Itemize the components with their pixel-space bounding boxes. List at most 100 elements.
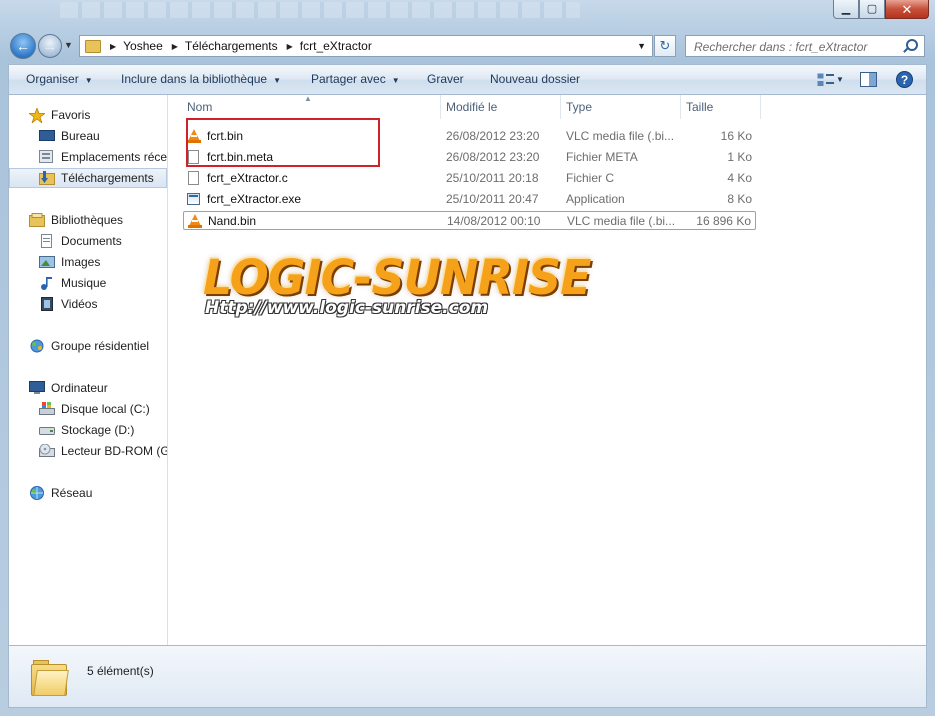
vlc-icon [188,214,202,228]
file-name-cell: fcrt_eXtractor.exe [187,192,301,206]
folder-icon [31,660,69,696]
nav-favoris-label: Favoris [51,108,91,122]
arrow-left-icon: ← [16,38,30,54]
downloads-folder-icon [39,171,55,185]
column-header-size[interactable]: Taille [681,95,761,119]
include-library-label: Inclure dans la bibliothèque [121,72,268,86]
close-button[interactable]: ✕ [885,0,929,19]
file-row[interactable]: fcrt_eXtractor.c 25/10/2011 20:18 Fichie… [183,169,756,188]
new-folder-button[interactable]: Nouveau dossier [490,72,580,86]
forward-button[interactable]: → [38,34,62,58]
file-size: 1 Ko [727,150,752,164]
address-dropdown-icon[interactable]: ▼ [637,41,646,51]
breadcrumb-yoshee[interactable]: Yoshee [123,39,163,53]
videos-icon [39,297,55,311]
column-type-label: Type [566,100,593,114]
homegroup-icon [29,339,45,353]
libraries-icon [29,213,45,227]
nav-bureau[interactable]: Bureau [9,126,167,146]
file-row[interactable]: fcrt_eXtractor.exe 25/10/2011 20:47 Appl… [183,190,756,209]
nav-reseau-label: Réseau [51,486,93,500]
burn-button[interactable]: Graver [427,72,464,86]
nav-telechargements-label: Téléchargements [61,171,154,185]
column-header-name[interactable]: Nom [182,95,441,119]
nav-bibliotheques[interactable]: Bibliothèques [9,210,167,230]
view-dropdown-icon[interactable]: ▼ [836,75,844,84]
file-name: fcrt_eXtractor.exe [207,192,302,206]
file-type: VLC media file (.bi... [566,129,675,143]
refresh-button[interactable]: ↻ [654,35,676,57]
file-modified: 25/10/2011 20:47 [446,192,539,206]
column-header-modified[interactable]: Modifié le [441,95,561,119]
file-type: Fichier META [566,150,638,164]
search-input[interactable] [692,37,906,57]
change-view-button[interactable] [817,73,835,90]
nav-documents[interactable]: Documents [9,231,167,251]
file-modified: 14/08/2012 00:10 [447,214,541,228]
column-size-label: Taille [686,100,714,114]
file-size: 4 Ko [727,171,752,185]
help-button[interactable]: ? [896,71,913,91]
file-type: VLC media file (.bi... [567,214,676,228]
nav-bureau-label: Bureau [61,129,100,143]
nav-lecteur-bd-label: Lecteur BD-ROM (G: [61,444,168,458]
maximize-button[interactable]: ▢ [859,0,885,19]
nav-images[interactable]: Images [9,252,167,272]
view-options-icon [817,73,834,86]
preview-pane-button[interactable] [860,72,877,90]
address-bar[interactable]: ▶ Yoshee ▶ Téléchargements ▶ fcrt_eXtrac… [79,35,653,57]
network-icon [29,486,45,500]
nav-documents-label: Documents [61,234,122,248]
file-name: Nand.bin [208,214,257,228]
back-button[interactable]: ← [10,33,36,59]
nav-telechargements[interactable]: Téléchargements [9,168,167,188]
nav-ordinateur-label: Ordinateur [51,381,108,395]
chevron-right-icon[interactable]: ▶ [172,42,178,51]
search-box [685,35,925,57]
documents-icon [39,234,55,248]
nav-lecteur-bd-rom[interactable]: Lecteur BD-ROM (G: [9,441,167,461]
new-folder-label: Nouveau dossier [490,72,581,86]
minimize-icon: ▁ [841,2,851,15]
nav-stockage-d[interactable]: Stockage (D:) [9,420,167,440]
nav-emplacements-label: Emplacements récents [61,150,168,164]
minimize-button[interactable]: ▁ [833,0,859,19]
nav-disque-local-c[interactable]: Disque local (C:) [9,399,167,419]
file-size: 16 896 Ko [696,214,751,228]
nav-ordinateur[interactable]: Ordinateur [9,378,167,398]
share-with-menu[interactable]: Partager avec ▼ [311,72,400,86]
command-bar: Organiser ▼ Inclure dans la bibliothèque ▼… [8,64,927,95]
chevron-right-icon[interactable]: ▶ [287,42,293,51]
chevron-right-icon[interactable]: ▶ [110,42,116,51]
svg-text:?: ? [901,73,908,87]
column-header-type[interactable]: Type [561,95,681,119]
file-row[interactable]: Nand.bin 14/08/2012 00:10 VLC media file… [183,211,756,230]
column-modified-label: Modifié le [446,100,498,114]
include-library-menu[interactable]: Inclure dans la bibliothèque ▼ [121,72,281,86]
nav-musique[interactable]: Musique [9,273,167,293]
recent-pages-dropdown[interactable]: ▼ [64,40,73,50]
title-bar[interactable]: ▁ ▢ ✕ [0,0,935,30]
nav-groupe-residentiel[interactable]: Groupe résidentiel [9,336,167,356]
organiser-menu[interactable]: Organiser ▼ [26,72,93,86]
system-drive-icon [39,402,55,416]
search-icon[interactable] [906,39,918,51]
file-name: fcrt_eXtractor.c [207,171,288,185]
file-type: Fichier C [566,171,615,185]
watermark-title: LOGIC-SUNRISE [203,248,592,306]
nav-videos[interactable]: Vidéos [9,294,167,314]
nav-favoris[interactable]: Favoris [9,105,167,125]
title-bar-decoration [60,2,580,18]
annotation-highlight-box [186,118,380,167]
breadcrumb-fcrt-extractor[interactable]: fcrt_eXtractor [300,39,372,53]
drive-icon [39,423,55,437]
organiser-label: Organiser [26,72,79,86]
chevron-down-icon: ▼ [391,76,400,85]
nav-emplacements-recents[interactable]: Emplacements récents [9,147,167,167]
file-name-cell: fcrt_eXtractor.c [187,171,288,185]
nav-reseau[interactable]: Réseau [9,483,167,503]
breadcrumb-telechargements[interactable]: Téléchargements [185,39,278,53]
star-icon [27,106,47,125]
file-type: Application [566,192,625,206]
recent-places-icon [39,150,55,164]
